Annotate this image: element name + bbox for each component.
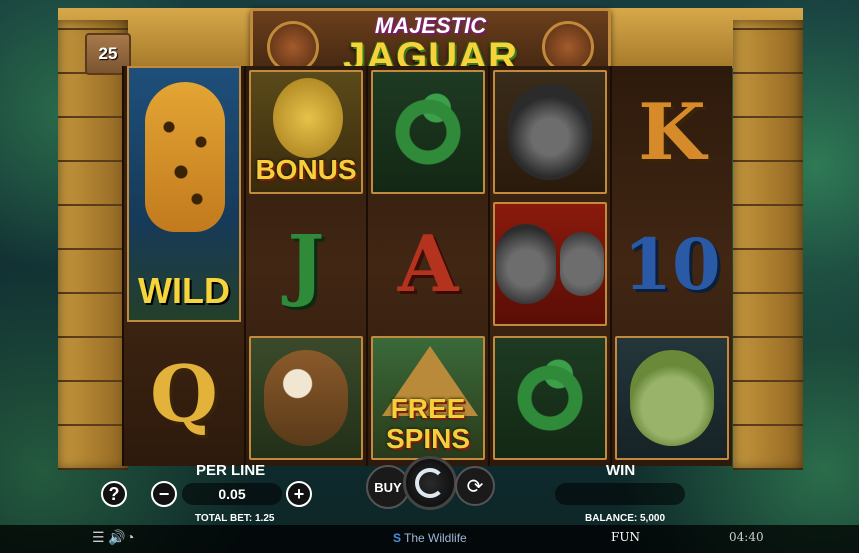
gorilla-icon — [560, 232, 604, 296]
snake-icon — [386, 84, 470, 180]
increase-bet-button[interactable]: + — [286, 481, 312, 507]
frog-icon — [630, 350, 714, 446]
frog-symbol — [615, 336, 729, 460]
per-line-label: PER LINE — [196, 462, 266, 479]
letter-10: 10 — [623, 222, 721, 306]
gorilla-icon — [496, 224, 556, 304]
golden-mask-icon — [273, 78, 343, 158]
letter-q: Q — [150, 348, 218, 440]
spin-button[interactable] — [403, 456, 457, 510]
win-display — [555, 483, 685, 505]
letter-a: A — [397, 218, 459, 310]
reel-2: BONUS J — [244, 66, 366, 466]
menu-icon[interactable]: ☰ — [92, 529, 105, 546]
reel-5: K 10 — [610, 66, 732, 466]
provider-logo-icon: S — [393, 531, 402, 545]
eagle-icon — [264, 350, 348, 446]
gorilla-symbol — [493, 70, 607, 194]
free-spins-label: FREE SPINS — [385, 393, 471, 454]
letter-j: J — [287, 218, 325, 310]
letter-k: K — [638, 86, 706, 178]
balance-text: BALANCE: 5,000 — [585, 513, 666, 524]
reel-area: WILD Q BONUS J A FREE SPINS K 10 — [122, 66, 732, 466]
gorilla-icon — [508, 84, 592, 180]
bet-per-line-value: 0.05 — [182, 483, 282, 505]
status-bar: ☰ 🔊 ◔ S The Wildlife FUN 04:40 — [0, 525, 859, 553]
right-pillar — [733, 20, 803, 470]
free-spins-symbol: FREE SPINS — [371, 336, 485, 460]
bonus-label: BONUS — [255, 154, 357, 185]
mode-label: FUN — [611, 530, 640, 544]
left-pillar — [58, 20, 128, 470]
brand-name: The Wildlife — [404, 531, 467, 545]
clock: 04:40 — [729, 530, 764, 544]
spin-icon — [415, 468, 445, 498]
two-gorillas-symbol — [493, 202, 607, 326]
help-button[interactable]: ? — [101, 481, 127, 507]
symbol-10: 10 — [615, 202, 729, 326]
wild-symbol: WILD — [127, 66, 241, 322]
symbol-a: A — [371, 202, 485, 326]
win-label: WIN — [606, 462, 636, 479]
turbo-icon[interactable]: ◔ — [126, 529, 134, 545]
reel-4 — [488, 66, 610, 466]
decrease-bet-button[interactable]: − — [151, 481, 177, 507]
jaguar-icon — [145, 82, 225, 232]
autoplay-icon: ⟳ — [466, 475, 484, 498]
control-panel: PER LINE WIN ? − 0.05 + BUY ⟳ TOTAL BET:… — [0, 456, 859, 524]
bonus-symbol: BONUS — [249, 70, 363, 194]
reel-1: WILD Q — [122, 66, 244, 466]
snake-symbol — [371, 70, 485, 194]
symbol-k: K — [615, 70, 729, 194]
wild-label: WILD — [138, 270, 230, 311]
snake-symbol — [493, 336, 607, 460]
provider-brand: S The Wildlife — [393, 531, 467, 545]
symbol-j: J — [249, 202, 363, 326]
autoplay-button[interactable]: ⟳ — [455, 466, 495, 506]
symbol-q: Q — [127, 332, 241, 456]
eagle-symbol — [249, 336, 363, 460]
snake-icon — [508, 350, 592, 446]
reel-3: A FREE SPINS — [366, 66, 488, 466]
sound-icon[interactable]: 🔊 — [108, 529, 125, 546]
total-bet-text: TOTAL BET: 1.25 — [195, 513, 275, 524]
